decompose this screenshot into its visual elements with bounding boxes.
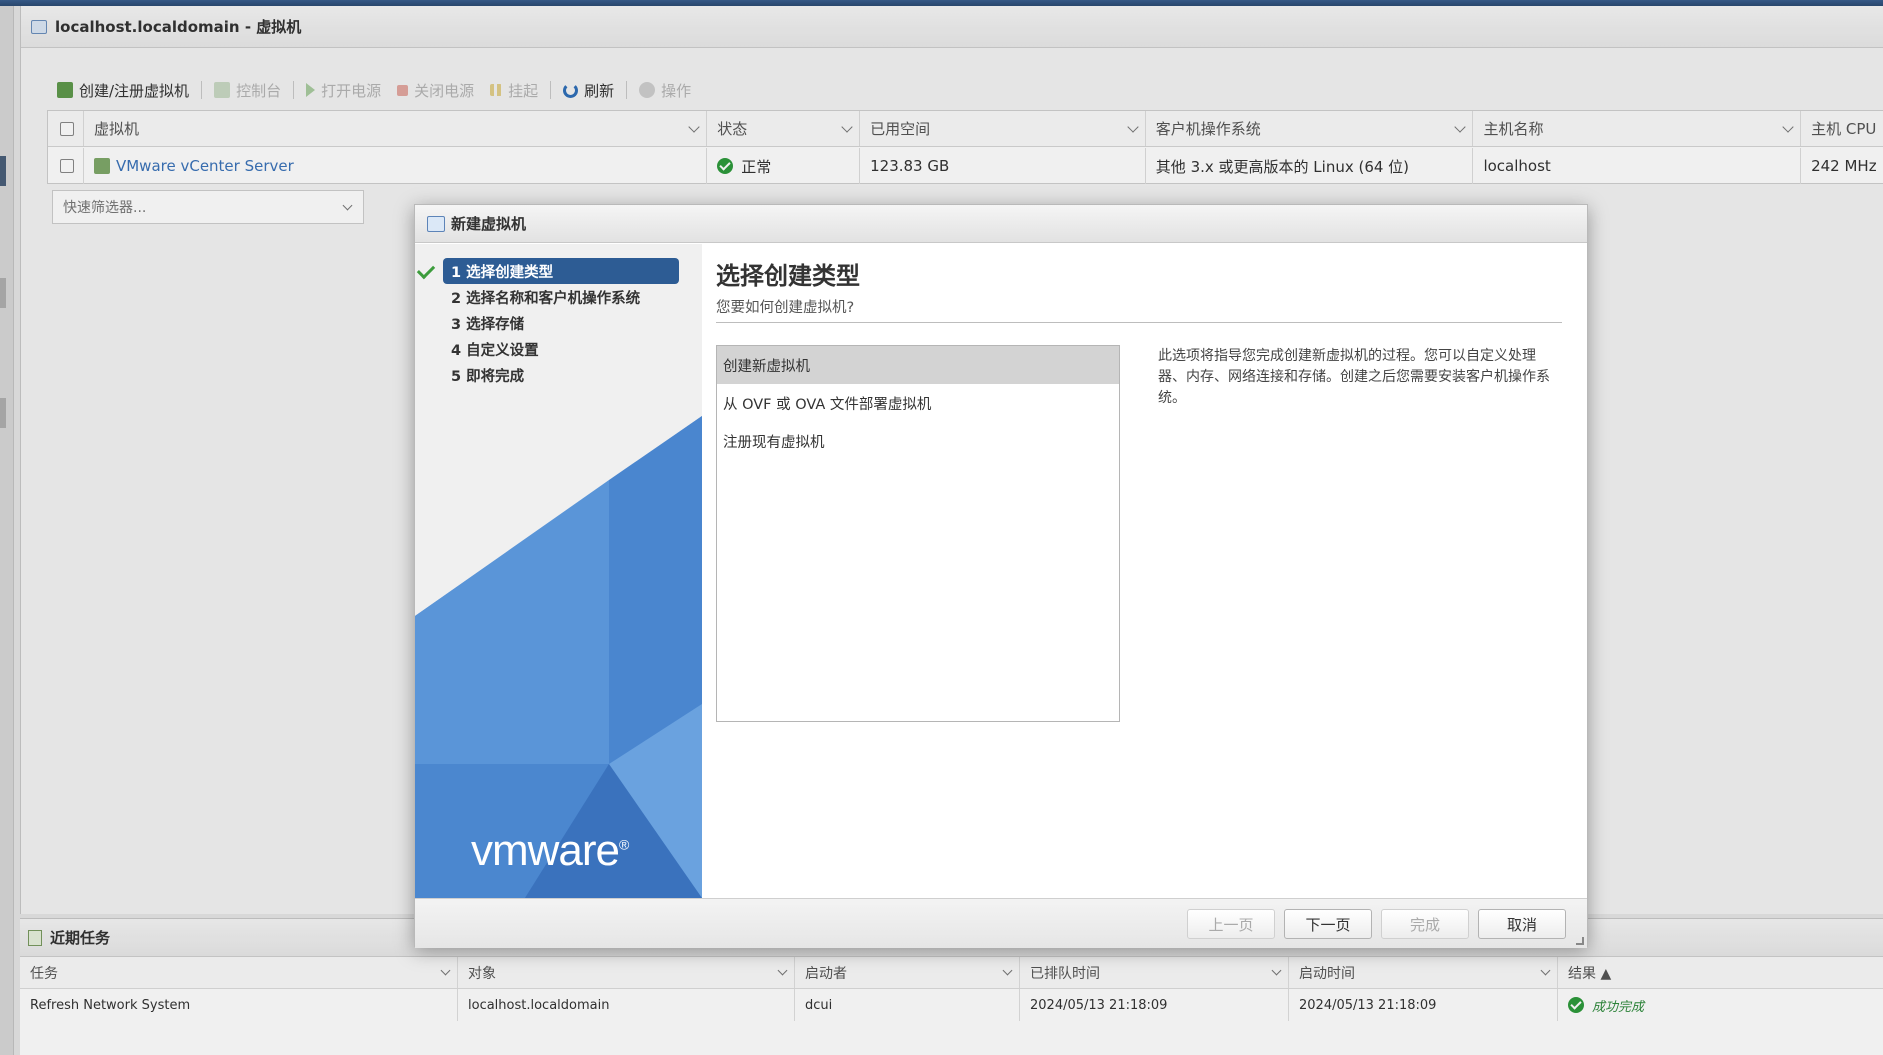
divider	[716, 322, 1562, 323]
step-2[interactable]: 2 选择名称和客户机操作系统	[423, 284, 698, 310]
dialog-footer: 上一页 下一页 完成 取消	[415, 898, 1587, 948]
step-1[interactable]: 1 选择创建类型	[416, 258, 679, 284]
vmware-logo: vmware®	[471, 826, 629, 875]
cancel-button[interactable]: 取消	[1478, 909, 1566, 939]
step-3[interactable]: 3 选择存储	[423, 310, 698, 336]
option-deploy-ovf[interactable]: 从 OVF 或 OVA 文件部署虚拟机	[717, 384, 1119, 422]
finish-button[interactable]: 完成	[1381, 909, 1469, 939]
step-4[interactable]: 4 自定义设置	[423, 336, 698, 362]
back-button[interactable]: 上一页	[1187, 909, 1275, 939]
page-title: 选择创建类型	[716, 262, 860, 290]
page-subtitle: 您要如何创建虚拟机?	[716, 300, 855, 316]
resize-handle[interactable]	[1576, 937, 1584, 945]
new-vm-dialog: 新建虚拟机 1 选择创建类型 2 选择名称和客户机操作系统 3 选择存储 4 自…	[414, 204, 1588, 948]
wizard-content: 选择创建类型 您要如何创建虚拟机? 创建新虚拟机 从 OVF 或 OVA 文件部…	[702, 244, 1587, 898]
wizard-steps: 1 选择创建类型 2 选择名称和客户机操作系统 3 选择存储 4 自定义设置 5…	[416, 258, 698, 388]
dialog-titlebar[interactable]: 新建虚拟机	[415, 205, 1587, 243]
next-button[interactable]: 下一页	[1284, 909, 1372, 939]
option-register-existing[interactable]: 注册现有虚拟机	[717, 422, 1119, 460]
wizard-sidebar: 1 选择创建类型 2 选择名称和客户机操作系统 3 选择存储 4 自定义设置 5…	[415, 244, 702, 898]
option-create-new-vm[interactable]: 创建新虚拟机	[717, 346, 1119, 384]
creation-type-list: 创建新虚拟机 从 OVF 或 OVA 文件部署虚拟机 注册现有虚拟机	[716, 345, 1120, 722]
dialog-title: 新建虚拟机	[451, 215, 527, 233]
step-5[interactable]: 5 即将完成	[423, 362, 698, 388]
new-vm-icon	[427, 215, 445, 232]
option-description: 此选项将指导您完成创建新虚拟机的过程。您可以自定义处理器、内存、网络连接和存储。…	[1158, 348, 1550, 406]
